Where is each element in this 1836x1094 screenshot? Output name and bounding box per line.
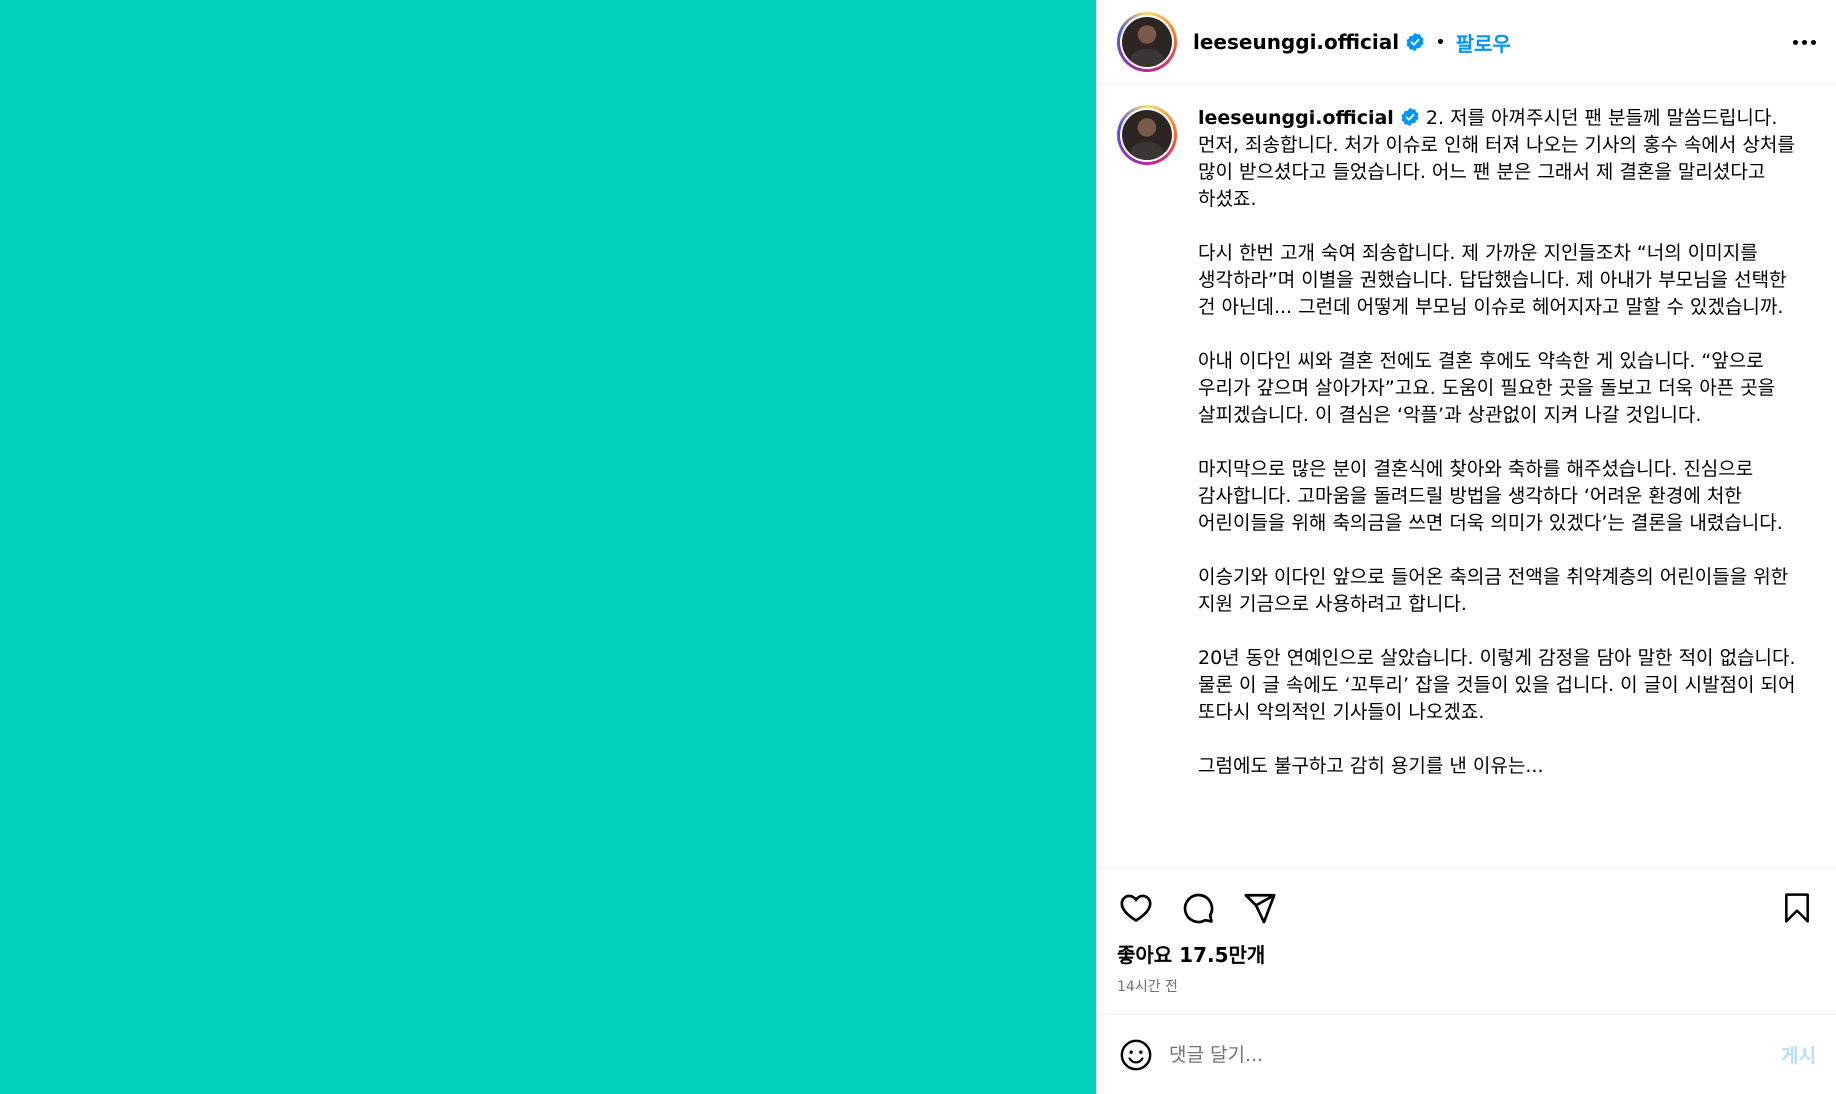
bookmark-icon[interactable] xyxy=(1778,889,1816,927)
post-header: leeseunggi.official • 팔로우 xyxy=(1097,0,1836,85)
verified-badge-icon xyxy=(1405,32,1425,52)
caption-paragraph: 마지막으로 많은 분이 결혼식에 찾아와 축하를 해주셨습니다. 진심으로 감사… xyxy=(1198,458,1783,534)
comment-icon[interactable] xyxy=(1179,889,1217,927)
profile-avatar[interactable] xyxy=(1117,12,1177,72)
comment-bar: 게시 xyxy=(1097,1014,1836,1094)
verified-badge-icon xyxy=(1400,107,1420,127)
emoji-icon[interactable] xyxy=(1117,1036,1155,1074)
share-icon[interactable] xyxy=(1241,889,1279,927)
header-username[interactable]: leeseunggi.official xyxy=(1193,30,1399,54)
caption-scroll-area[interactable]: leeseunggi.official 2. 저를 아껴주시던 팬 분들께 말씀… xyxy=(1097,85,1836,869)
caption-avatar[interactable] xyxy=(1117,105,1177,165)
instagram-post-view: leeseunggi.official • 팔로우 leeseunggi.off… xyxy=(0,0,1836,1094)
caption-username[interactable]: leeseunggi.official xyxy=(1198,107,1394,129)
caption-paragraph: 다시 한번 고개 숙여 죄송합니다. 제 가까운 지인들조차 “너의 이미지를 … xyxy=(1198,242,1787,318)
caption-paragraph: 그럼에도 불구하고 감히 용기를 낸 이유는... xyxy=(1198,755,1544,777)
likes-count[interactable]: 좋아요 17.5만개 xyxy=(1117,939,1816,968)
post-side-panel: leeseunggi.official • 팔로우 leeseunggi.off… xyxy=(1096,0,1836,1094)
comment-input[interactable] xyxy=(1169,1043,1782,1066)
caption-body: leeseunggi.official 2. 저를 아껴주시던 팬 분들께 말씀… xyxy=(1198,105,1798,807)
caption-paragraph: 아내 이다인 씨와 결혼 전에도 결혼 후에도 약속한 게 있습니다. “앞으로… xyxy=(1198,350,1776,426)
post-media[interactable] xyxy=(0,0,1096,1094)
caption-paragraph: 이승기와 이다인 앞으로 들어온 축의금 전액을 취약계층의 어린이들을 위한 … xyxy=(1198,566,1789,615)
post-timestamp[interactable]: 14시간 전 xyxy=(1117,976,1816,996)
heart-icon[interactable] xyxy=(1117,889,1155,927)
caption-paragraph: 20년 동안 연예인으로 살았습니다. 이렇게 감정을 담아 말한 적이 없습니… xyxy=(1198,647,1796,723)
more-horizontal-icon[interactable] xyxy=(1793,32,1816,53)
separator-dot: • xyxy=(1435,31,1446,53)
action-row xyxy=(1117,869,1816,947)
post-comment-button[interactable]: 게시 xyxy=(1781,1041,1816,1068)
post-actions: 좋아요 17.5만개 14시간 전 xyxy=(1097,869,1836,1014)
caption-paragraph: leeseunggi.official 2. 저를 아껴주시던 팬 분들께 말씀… xyxy=(1198,105,1798,213)
follow-button[interactable]: 팔로우 xyxy=(1456,28,1511,57)
